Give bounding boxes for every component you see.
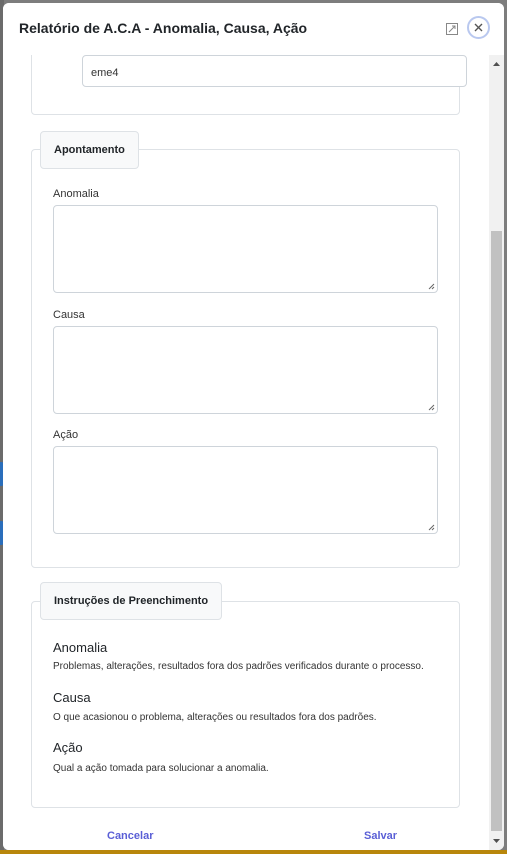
instrucoes-fieldset bbox=[31, 601, 460, 808]
close-icon bbox=[474, 23, 483, 32]
scroll-up-arrow-icon[interactable] bbox=[493, 61, 500, 67]
save-button[interactable]: Salvar bbox=[364, 830, 397, 842]
anomalia-textarea[interactable] bbox=[53, 205, 438, 293]
resize-grip-icon bbox=[428, 404, 435, 411]
acao-textarea[interactable] bbox=[53, 446, 438, 534]
scrollbar-thumb[interactable] bbox=[491, 231, 502, 831]
modal-body: eme4 Apontamento Anomalia Causa Ação Ins… bbox=[3, 55, 488, 818]
scroll-down-arrow-icon[interactable] bbox=[493, 838, 500, 844]
modal-title: Relatório de A.C.A - Anomalia, Causa, Aç… bbox=[19, 20, 308, 36]
acao-label: Ação bbox=[53, 429, 79, 441]
instr-title-acao: Ação bbox=[53, 740, 83, 755]
top-fieldset: eme4 bbox=[31, 55, 467, 115]
causa-textarea[interactable] bbox=[53, 326, 438, 414]
cancel-button[interactable]: Cancelar bbox=[107, 830, 153, 842]
instr-text-causa: O que acasionou o problema, alterações o… bbox=[53, 712, 377, 723]
instr-title-causa: Causa bbox=[53, 690, 91, 705]
instr-text-acao: Qual a ação tomada para solucionar a ano… bbox=[53, 763, 269, 774]
resize-grip-icon bbox=[428, 524, 435, 531]
top-input[interactable]: eme4 bbox=[82, 55, 467, 87]
expand-icon[interactable] bbox=[445, 22, 459, 36]
resize-grip-icon bbox=[428, 283, 435, 290]
modal-scrollbar[interactable] bbox=[489, 55, 504, 850]
instrucoes-legend: Instruções de Preenchimento bbox=[40, 582, 223, 620]
backdrop-bottom-strip bbox=[0, 850, 507, 854]
causa-label: Causa bbox=[53, 309, 85, 321]
modal-footer: Cancelar Salvar bbox=[3, 818, 488, 850]
anomalia-label: Anomalia bbox=[53, 188, 99, 200]
instr-text-anomalia: Problemas, alterações, resultados fora d… bbox=[53, 661, 424, 672]
instr-title-anomalia: Anomalia bbox=[53, 640, 108, 655]
close-button[interactable] bbox=[467, 16, 490, 39]
aca-report-modal: Relatório de A.C.A - Anomalia, Causa, Aç… bbox=[3, 3, 504, 850]
modal-header: Relatório de A.C.A - Anomalia, Causa, Aç… bbox=[3, 3, 504, 55]
apontamento-legend: Apontamento bbox=[40, 131, 139, 169]
